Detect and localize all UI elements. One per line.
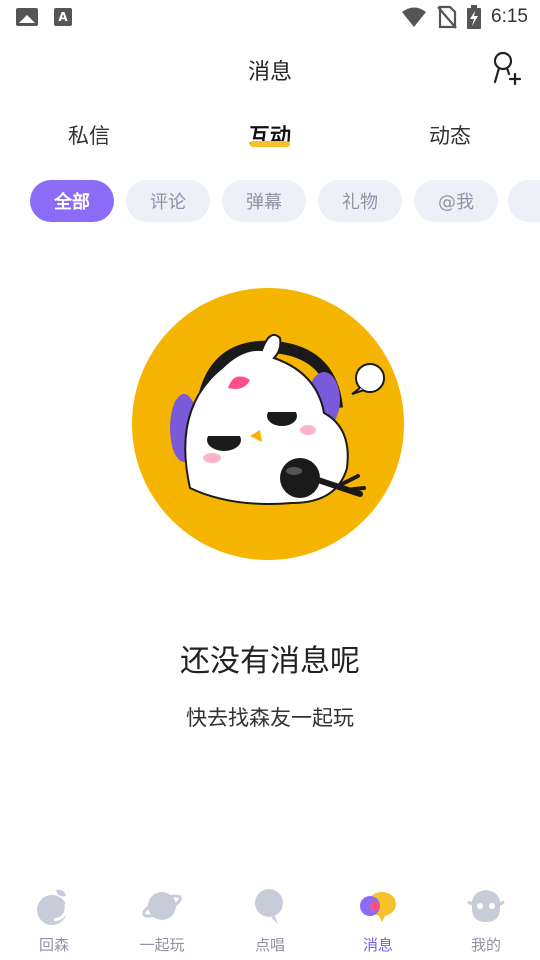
chip-more[interactable]: 点 [508, 180, 540, 222]
nav-item-me[interactable]: 我的 [432, 884, 540, 956]
filter-chips: 全部 评论 弹幕 礼物 @我 点 [0, 180, 540, 224]
chip-all[interactable]: 全部 [30, 180, 114, 222]
wifi-icon [402, 7, 427, 27]
status-time: 6:15 [491, 6, 528, 27]
chip-gifts[interactable]: 礼物 [318, 180, 402, 222]
nav-item-play-together[interactable]: 一起玩 [108, 884, 216, 956]
huisen-icon [37, 889, 68, 925]
active-tab-indicator [250, 141, 290, 147]
chip-comments[interactable]: 评论 [126, 180, 210, 222]
mic-icon [255, 889, 283, 924]
bottom-nav: 回森 一起玩 点唱 消息 我的 [0, 878, 540, 960]
chip-danmaku[interactable]: 弹幕 [222, 180, 306, 222]
nav-label-me: 我的 [470, 936, 501, 954]
message-icon [360, 892, 396, 922]
empty-state-subtitle: 快去找森友一起玩 [186, 706, 354, 730]
tab-activity[interactable]: 动态 [429, 120, 471, 150]
battery-charging-icon [467, 5, 482, 29]
status-bar: A 6:15 [0, 0, 540, 36]
empty-state-illustration [132, 288, 404, 560]
nav-label-huisen: 回森 [38, 936, 69, 954]
header: 消息 [0, 44, 540, 92]
chip-mentions[interactable]: @我 [414, 180, 498, 222]
profile-icon [467, 890, 505, 922]
nav-item-sing[interactable]: 点唱 [216, 884, 324, 956]
status-left: A [16, 8, 72, 26]
empty-state-title: 还没有消息呢 [180, 644, 360, 679]
top-tabs: 私信 互动 动态 [0, 112, 540, 160]
status-right: 6:15 [401, 5, 528, 29]
add-friend-icon[interactable] [490, 50, 522, 86]
nav-label-messages: 消息 [362, 936, 393, 954]
keyboard-a-icon: A [54, 8, 72, 26]
nav-item-messages[interactable]: 消息 [324, 884, 432, 956]
no-sim-icon [437, 5, 457, 29]
nav-item-huisen[interactable]: 回森 [0, 884, 108, 956]
nav-label-play-together: 一起玩 [139, 936, 185, 954]
gallery-icon [16, 8, 38, 26]
planet-icon [142, 892, 182, 920]
page-title: 消息 [247, 60, 292, 85]
nav-label-sing: 点唱 [254, 936, 285, 954]
tab-private-messages[interactable]: 私信 [68, 120, 110, 150]
